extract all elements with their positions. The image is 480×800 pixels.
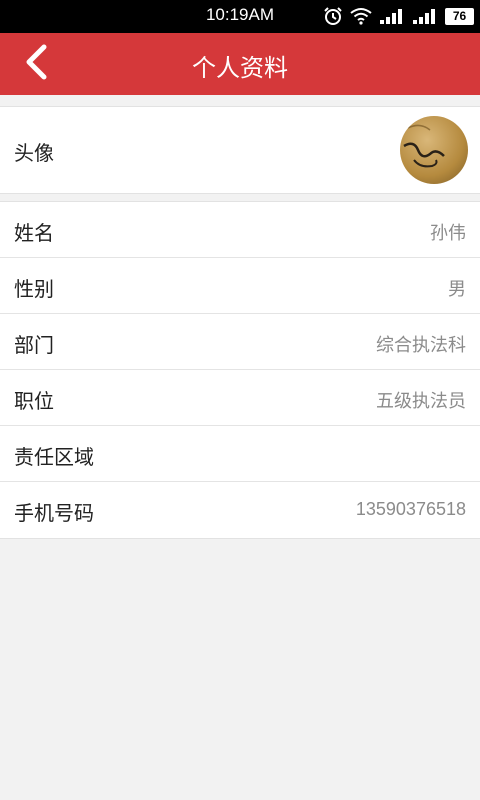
row-gender[interactable]: 性别 男 <box>0 258 480 314</box>
row-phone[interactable]: 手机号码 13590376518 <box>0 482 480 538</box>
profile-info-card: 姓名 孙伟 性别 男 部门 综合执法科 职位 五级执法员 责任区域 手机号码 1… <box>0 201 480 539</box>
avatar-label: 头像 <box>14 141 54 165</box>
page-title: 个人资料 <box>192 54 288 82</box>
row-value: 综合执法科 <box>376 335 466 355</box>
avatar-row[interactable]: 头像 <box>0 107 480 193</box>
signal-icon <box>379 7 405 25</box>
row-label: 责任区域 <box>14 445 94 469</box>
row-label: 手机号码 <box>14 501 94 525</box>
wifi-icon <box>350 7 372 25</box>
avatar[interactable] <box>400 116 468 184</box>
row-name[interactable]: 姓名 孙伟 <box>0 202 480 258</box>
status-bar: 10:19AM 76 <box>0 0 480 33</box>
row-value: 孙伟 <box>430 223 466 243</box>
avatar-card: 头像 <box>0 106 480 194</box>
row-value: 五级执法员 <box>376 391 466 411</box>
battery-icon: 76 <box>445 7 474 25</box>
alarm-icon <box>323 6 343 26</box>
row-label: 性别 <box>14 277 54 301</box>
row-responsibility-area[interactable]: 责任区域 <box>0 426 480 482</box>
row-position[interactable]: 职位 五级执法员 <box>0 370 480 426</box>
row-value: 13590376518 <box>355 499 466 519</box>
row-label: 职位 <box>14 389 54 413</box>
row-value: 男 <box>448 279 466 299</box>
row-label: 部门 <box>14 333 54 357</box>
row-label: 姓名 <box>14 221 54 245</box>
signal-2-icon <box>412 7 438 25</box>
status-icons: 76 <box>323 6 474 26</box>
row-department[interactable]: 部门 综合执法科 <box>0 314 480 370</box>
app-bar: 个人资料 <box>0 33 480 95</box>
